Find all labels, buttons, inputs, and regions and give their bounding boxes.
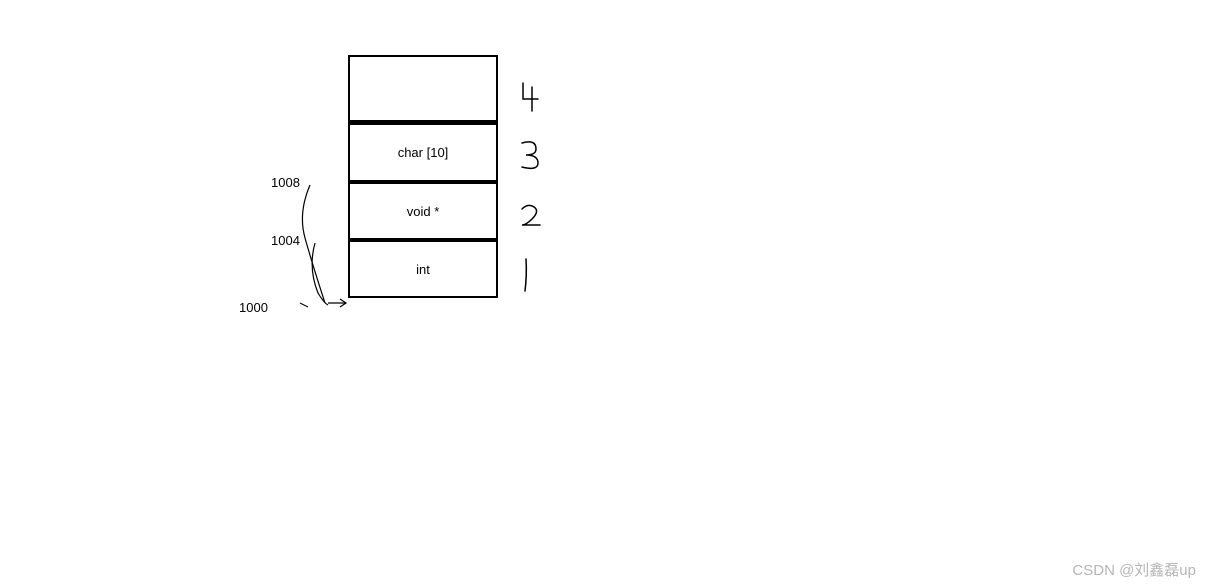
memory-stack: char [10] void * int xyxy=(348,55,498,298)
csdn-watermark: CSDN @刘鑫磊up xyxy=(1072,559,1196,580)
cell-2-label: void * xyxy=(407,204,440,219)
address-1004: 1004 xyxy=(271,233,300,248)
cell-2: void * xyxy=(348,182,498,240)
cell-3-label: char [10] xyxy=(398,145,449,160)
hand-number-3 xyxy=(518,137,544,181)
hand-number-4 xyxy=(518,79,544,123)
cell-4 xyxy=(348,55,498,120)
hand-number-2 xyxy=(518,201,544,239)
address-1008: 1008 xyxy=(271,175,300,190)
address-1000: 1000 xyxy=(239,300,268,315)
cell-1-label: int xyxy=(416,262,430,277)
cell-1: int xyxy=(348,240,498,298)
hand-number-1 xyxy=(518,255,538,303)
cell-3: char [10] xyxy=(348,125,498,182)
